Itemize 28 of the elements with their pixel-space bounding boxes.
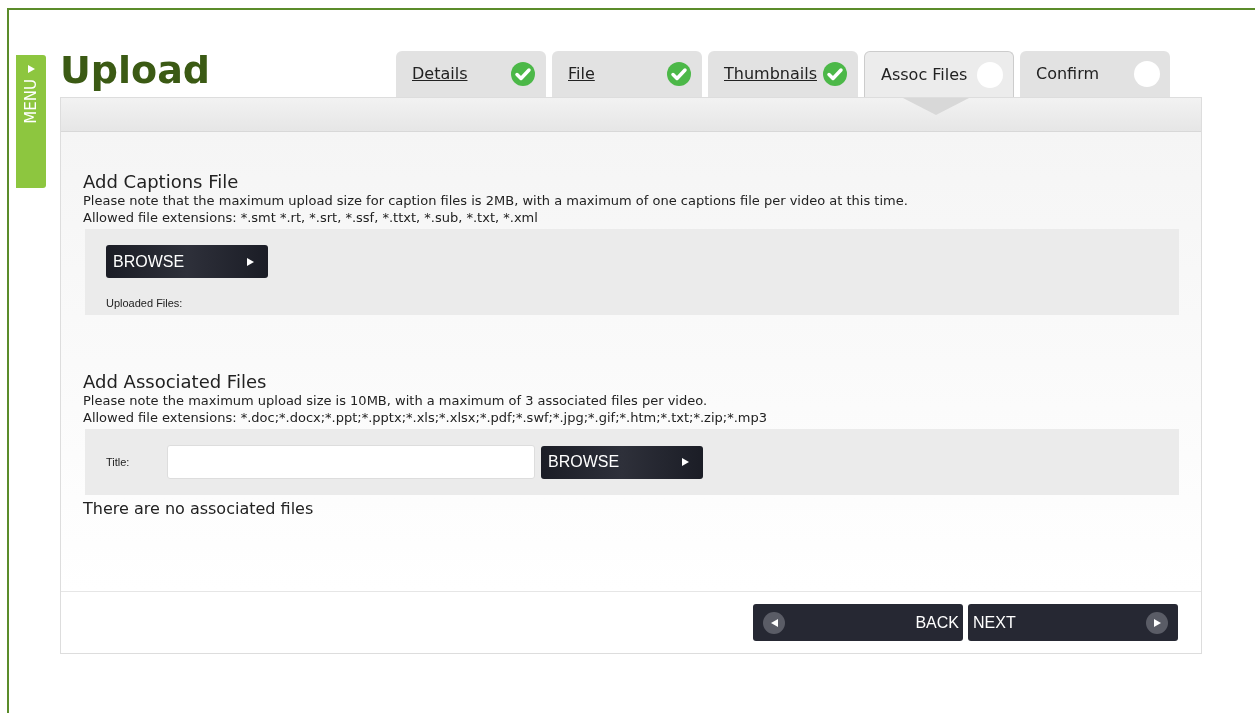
step-tab[interactable]: Details — [396, 51, 546, 97]
empty-message: There are no associated files — [83, 498, 315, 520]
browse-button[interactable]: BROWSE — [541, 445, 703, 479]
checkmark-icon — [822, 61, 848, 87]
title-input[interactable] — [167, 445, 535, 479]
step-tab[interactable]: Thumbnails — [708, 51, 858, 97]
next-button[interactable]: NEXT — [968, 604, 1178, 641]
section-heading: Add Captions File — [83, 172, 240, 192]
page-title: Upload — [60, 47, 211, 94]
title-label: Title: — [106, 454, 131, 470]
section-heading: Add Associated Files — [83, 372, 268, 392]
triangle-icon — [770, 618, 778, 627]
play-icon — [682, 458, 689, 466]
step-tab[interactable]: Confirm — [1020, 51, 1170, 97]
extensions-text: Allowed file extensions: *.doc;*.docx;*.ppt;*.pptx;*.xls;*.xlsx;*.pdf;*.swf;*.jpg;*.gif;*.htm;*.txt;*.zip;*.mp3 — [83, 409, 768, 426]
back-button[interactable]: BACK — [753, 604, 963, 641]
uploaded-files-label: Uploaded Files: — [106, 296, 184, 311]
caret-icon — [27, 65, 35, 73]
extensions-text: Allowed file extensions: *.smt *.rt, *.srt, *.ssf, *.ttxt, *.sub, *.txt, *.xml — [83, 209, 539, 226]
play-icon — [247, 257, 254, 266]
triangle-icon — [1153, 618, 1161, 627]
step-tab[interactable]: Assoc Files — [864, 51, 1014, 97]
checkmark-icon — [666, 61, 692, 87]
note-text: Please note the maximum upload size is 10MB, with a maximum of 3 associated files per video. — [83, 392, 709, 409]
step-tab[interactable]: File — [552, 51, 702, 97]
browse-button[interactable]: BROWSE — [106, 245, 268, 278]
note-text: Please note that the maximum upload size for caption files is 2MB, with a maximum of one captions file per video at this time. — [83, 192, 909, 209]
checkmark-icon — [510, 61, 536, 87]
